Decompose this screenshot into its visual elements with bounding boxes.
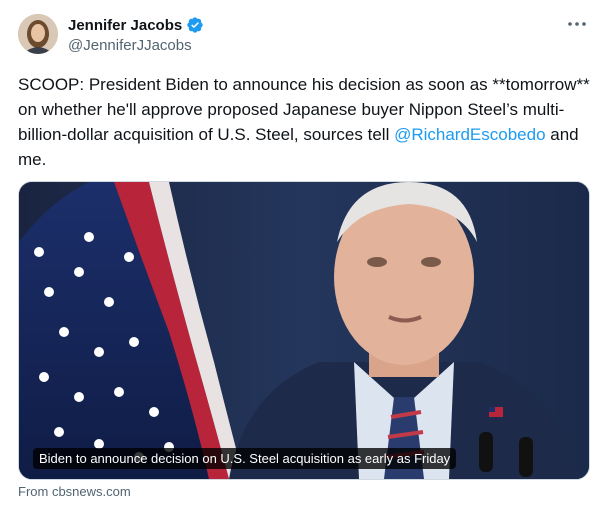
more-options-button[interactable] [565, 14, 589, 34]
link-card[interactable]: Biden to announce decision on U.S. Steel… [18, 181, 590, 480]
card-source[interactable]: From cbsnews.com [18, 484, 131, 499]
tweet-text: SCOOP: President Biden to announce his d… [18, 72, 593, 172]
tweet: Jennifer Jacobs @JenniferJJacobs SCOOP: … [0, 0, 609, 508]
verified-badge-icon [187, 17, 203, 33]
handle[interactable]: @JenniferJJacobs [68, 37, 192, 54]
more-horizontal-icon [568, 22, 586, 26]
avatar[interactable] [18, 14, 58, 54]
card-photo [19, 182, 589, 479]
avatar-image [18, 14, 58, 54]
display-name[interactable]: Jennifer Jacobs [68, 17, 182, 34]
card-caption: Biden to announce decision on U.S. Steel… [33, 448, 457, 469]
mention-link[interactable]: @RichardEscobedo [394, 125, 545, 144]
name-row: Jennifer Jacobs [68, 16, 204, 34]
